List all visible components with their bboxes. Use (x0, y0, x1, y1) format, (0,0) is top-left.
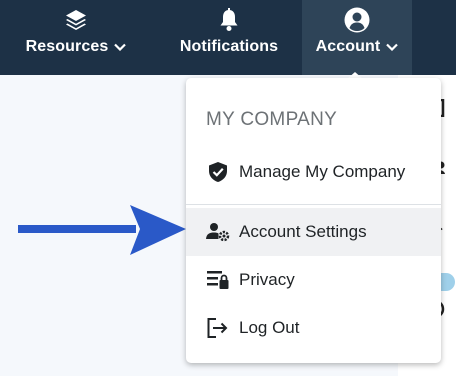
menu-item-label: Privacy (239, 270, 295, 289)
chevron-down-icon (114, 43, 127, 51)
nav-resources-label: Resources (25, 38, 109, 55)
chevron-down-icon (386, 43, 399, 51)
menu-item-log-out[interactable]: Log Out (186, 304, 441, 352)
logout-icon (206, 316, 230, 340)
annotation-arrow (18, 205, 186, 255)
nav-notifications[interactable]: Notifications (176, 0, 282, 75)
nav-account[interactable]: Account (302, 0, 412, 75)
top-nav-bar: Resources Notifications Account (0, 0, 456, 75)
bell-icon (214, 7, 244, 33)
nav-notifications-label: Notifications (179, 38, 279, 55)
menu-item-account-settings[interactable]: Account Settings (186, 208, 441, 256)
menu-item-label: Account Settings (239, 222, 367, 241)
user-circle-icon (342, 7, 372, 33)
account-dropdown-menu: MY COMPANY Manage My Company Account Set… (186, 78, 441, 363)
menu-item-privacy[interactable]: Privacy (186, 256, 441, 304)
privacy-lock-icon (206, 268, 230, 292)
layers-icon (61, 7, 91, 33)
shield-check-icon (206, 160, 230, 184)
user-gear-icon (206, 220, 230, 244)
menu-item-manage-my-company[interactable]: Manage My Company (186, 148, 441, 196)
section-heading-my-company: MY COMPANY (206, 109, 338, 130)
nav-account-label: Account (315, 38, 381, 55)
menu-item-label: Log Out (239, 318, 300, 337)
nav-resources[interactable]: Resources (22, 0, 130, 75)
menu-divider (186, 204, 441, 205)
menu-item-label: Manage My Company (239, 162, 406, 181)
